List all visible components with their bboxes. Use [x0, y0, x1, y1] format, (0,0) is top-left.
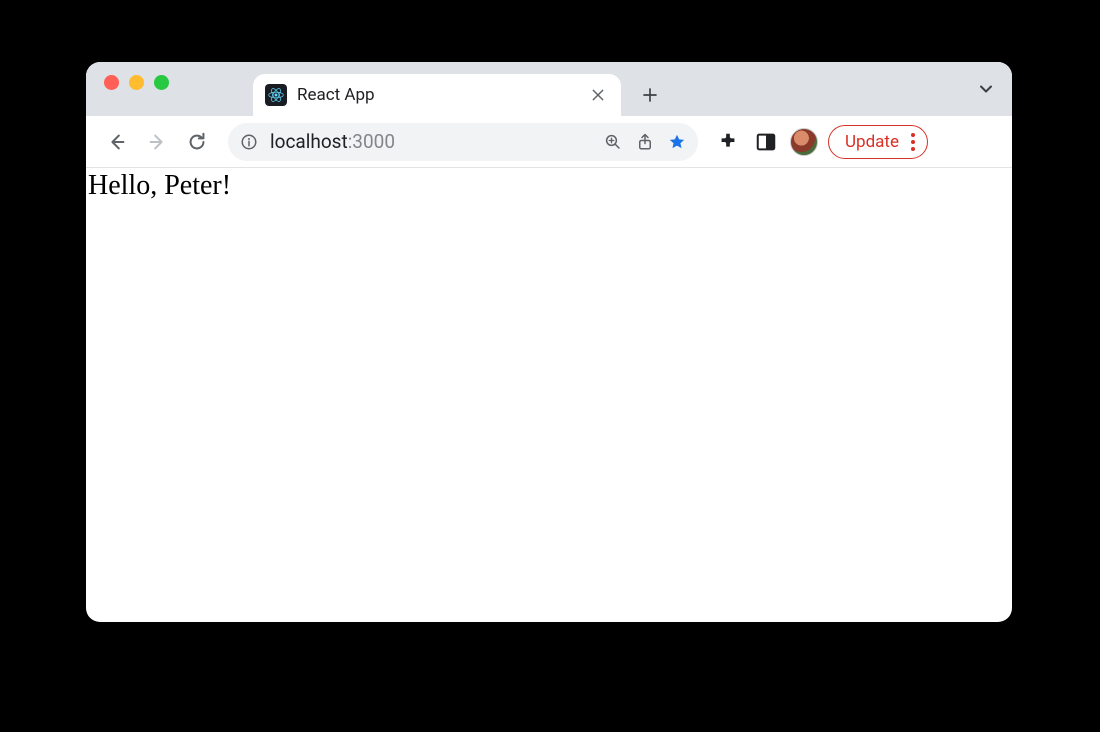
window-minimize-button[interactable]: [129, 75, 144, 90]
back-button[interactable]: [102, 127, 132, 157]
tab-strip: React App: [86, 62, 1012, 116]
window-close-button[interactable]: [104, 75, 119, 90]
window-controls: [104, 62, 169, 116]
window-fullscreen-button[interactable]: [154, 75, 169, 90]
share-icon[interactable]: [634, 131, 656, 153]
url-text[interactable]: localhost:3000: [270, 130, 592, 153]
profile-avatar[interactable]: [790, 128, 818, 156]
tab-close-button[interactable]: [587, 84, 609, 106]
update-button[interactable]: Update: [828, 125, 928, 159]
zoom-icon[interactable]: [602, 131, 624, 153]
extensions-icon[interactable]: [714, 128, 742, 156]
site-info-icon[interactable]: [238, 131, 260, 153]
bookmark-star-icon[interactable]: [666, 131, 688, 153]
reload-button[interactable]: [182, 127, 212, 157]
tab-title: React App: [297, 85, 577, 105]
greeting-text: Hello, Peter!: [88, 170, 231, 201]
forward-button[interactable]: [142, 127, 172, 157]
address-bar[interactable]: localhost:3000: [228, 123, 698, 161]
active-tab[interactable]: React App: [253, 74, 621, 116]
browser-window: React App localhost:3000: [86, 62, 1012, 622]
tabs-dropdown-button[interactable]: [976, 62, 996, 116]
update-label: Update: [845, 132, 899, 152]
react-favicon-icon: [265, 84, 287, 106]
side-panel-icon[interactable]: [752, 128, 780, 156]
url-port: 3000: [352, 130, 395, 153]
toolbar: localhost:3000 Update: [86, 116, 1012, 168]
more-menu-icon[interactable]: [907, 133, 919, 151]
url-host: localhost: [270, 130, 348, 153]
page-content: Hello, Peter!: [86, 168, 1012, 204]
new-tab-button[interactable]: [633, 78, 667, 112]
